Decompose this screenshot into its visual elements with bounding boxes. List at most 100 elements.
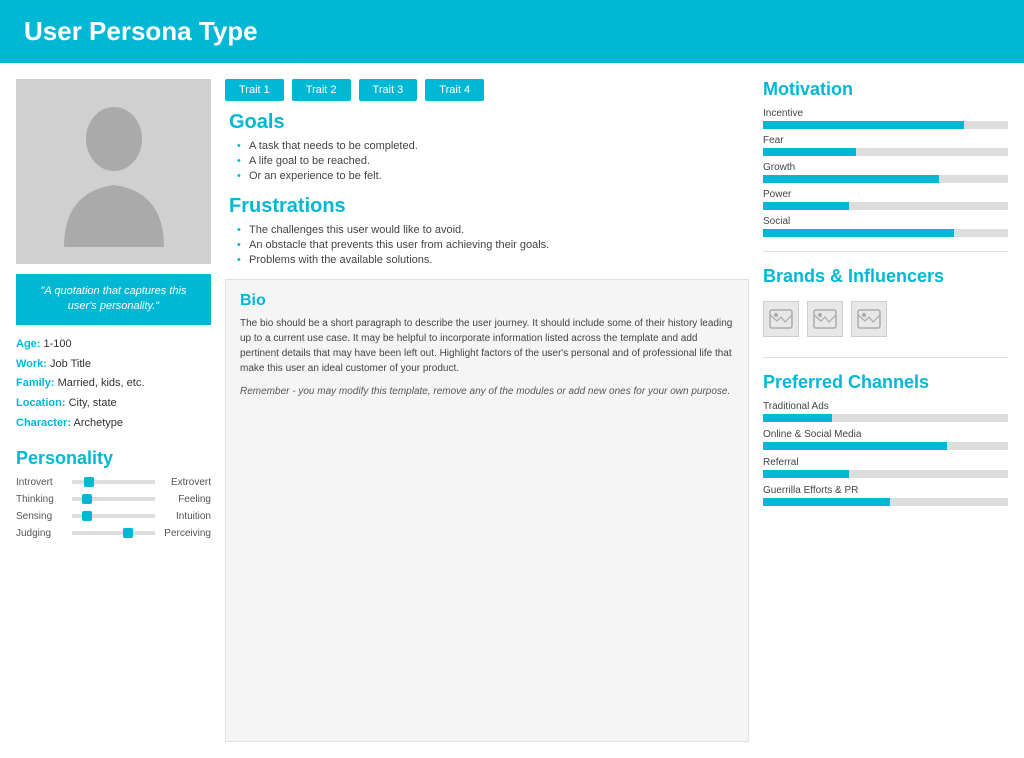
personality-slider-indicator: [82, 511, 92, 521]
personality-section: Personality Introvert Extrovert Thinking…: [16, 448, 211, 545]
personality-slider-track: [72, 531, 155, 535]
work-value: Job Title: [50, 358, 91, 370]
motivation-item: Social: [763, 216, 1008, 237]
age-row: Age: 1-100: [16, 335, 211, 355]
avatar-silhouette-icon: [54, 97, 174, 247]
motivation-bar-track: [763, 148, 1008, 156]
brand-placeholder-icon-3: [857, 309, 881, 329]
personality-right-label: Intuition: [159, 511, 211, 522]
character-label: Character:: [16, 417, 71, 429]
avatar-box: [16, 79, 211, 264]
motivation-bar-fill: [763, 175, 939, 183]
channel-bar-fill: [763, 442, 947, 450]
age-value: 1-100: [44, 338, 72, 350]
family-value: Married, kids, etc.: [58, 377, 145, 389]
page-title: User Persona Type: [24, 16, 1000, 47]
motivation-bar-track: [763, 175, 1008, 183]
motivation-bar-fill: [763, 202, 849, 210]
personality-slider-indicator: [84, 477, 94, 487]
personality-slider-indicator: [82, 494, 92, 504]
trait-button[interactable]: Trait 1: [225, 79, 284, 101]
personality-left-label: Thinking: [16, 494, 68, 505]
persona-info: Age: 1-100 Work: Job Title Family: Marri…: [16, 335, 211, 434]
traits-row: Trait 1 Trait 2 Trait 3 Trait 4: [225, 79, 749, 101]
trait-button[interactable]: Trait 4: [425, 79, 484, 101]
channels-title: Preferred Channels: [763, 372, 1008, 393]
channel-item: Referral: [763, 457, 1008, 478]
motivation-bar-fill: [763, 148, 856, 156]
frustrations-title: Frustrations: [229, 195, 745, 218]
personality-title: Personality: [16, 448, 211, 469]
channel-bar-track: [763, 470, 1008, 478]
personality-row: Thinking Feeling: [16, 494, 211, 505]
work-row: Work: Job Title: [16, 355, 211, 375]
channel-bar-track: [763, 498, 1008, 506]
motivation-bar-track: [763, 202, 1008, 210]
personality-right-label: Extrovert: [159, 477, 211, 488]
personality-slider-track: [72, 514, 155, 518]
trait-button[interactable]: Trait 3: [359, 79, 418, 101]
motivation-label: Power: [763, 189, 1008, 200]
personality-right-label: Perceiving: [159, 528, 211, 539]
motivation-title: Motivation: [763, 79, 1008, 100]
location-value: City, state: [69, 397, 117, 409]
age-label: Age:: [16, 338, 40, 350]
motivation-label: Incentive: [763, 108, 1008, 119]
divider-2: [763, 357, 1008, 358]
goals-list: A task that needs to be completed. A life…: [229, 140, 745, 182]
goals-title: Goals: [229, 111, 745, 134]
work-label: Work:: [16, 358, 47, 370]
main-content: "A quotation that captures this user's p…: [0, 63, 1024, 758]
motivation-bar-fill: [763, 229, 954, 237]
trait-button[interactable]: Trait 2: [292, 79, 351, 101]
quote-text: "A quotation that captures this user's p…: [41, 285, 187, 312]
personality-left-label: Introvert: [16, 477, 68, 488]
personality-right-label: Feeling: [159, 494, 211, 505]
channel-item: Guerrilla Efforts & PR: [763, 485, 1008, 506]
motivation-item: Power: [763, 189, 1008, 210]
motivation-bar-fill: [763, 121, 964, 129]
character-value: Archetype: [73, 417, 123, 429]
brand-icon-1: [763, 301, 799, 337]
brand-placeholder-icon-2: [813, 309, 837, 329]
frustration-item: Problems with the available solutions.: [237, 254, 745, 266]
right-column: Motivation Incentive Fear Growth Power S…: [763, 79, 1008, 742]
personality-row: Judging Perceiving: [16, 528, 211, 539]
motivation-label: Social: [763, 216, 1008, 227]
frustrations-list: The challenges this user would like to a…: [229, 224, 745, 266]
brands-title: Brands & Influencers: [763, 266, 1008, 287]
divider-1: [763, 251, 1008, 252]
brands-icons: [763, 295, 1008, 343]
goal-item: Or an experience to be felt.: [237, 170, 745, 182]
personality-slider-track: [72, 497, 155, 501]
motivation-item: Growth: [763, 162, 1008, 183]
channel-item: Traditional Ads: [763, 401, 1008, 422]
brand-icon-2: [807, 301, 843, 337]
quote-box: "A quotation that captures this user's p…: [16, 274, 211, 325]
location-row: Location: City, state: [16, 394, 211, 414]
channel-label: Guerrilla Efforts & PR: [763, 485, 1008, 496]
motivation-label: Growth: [763, 162, 1008, 173]
motivation-bar-track: [763, 121, 1008, 129]
goal-item: A life goal to be reached.: [237, 155, 745, 167]
goals-section: Goals A task that needs to be completed.…: [225, 111, 749, 185]
bio-title: Bio: [240, 292, 734, 310]
channels-section: Preferred Channels Traditional Ads Onlin…: [763, 372, 1008, 513]
channel-bar-fill: [763, 414, 832, 422]
brand-icon-3: [851, 301, 887, 337]
personality-slider-indicator: [123, 528, 133, 538]
brand-placeholder-icon-1: [769, 309, 793, 329]
channel-bar-track: [763, 414, 1008, 422]
bio-box: Bio The bio should be a short paragraph …: [225, 279, 749, 742]
location-label: Location:: [16, 397, 66, 409]
character-row: Character: Archetype: [16, 414, 211, 434]
personality-left-label: Judging: [16, 528, 68, 539]
family-label: Family:: [16, 377, 55, 389]
motivation-bar-track: [763, 229, 1008, 237]
frustration-item: The challenges this user would like to a…: [237, 224, 745, 236]
personality-left-label: Sensing: [16, 511, 68, 522]
channel-label: Referral: [763, 457, 1008, 468]
goal-item: A task that needs to be completed.: [237, 140, 745, 152]
channel-label: Traditional Ads: [763, 401, 1008, 412]
personality-row: Introvert Extrovert: [16, 477, 211, 488]
